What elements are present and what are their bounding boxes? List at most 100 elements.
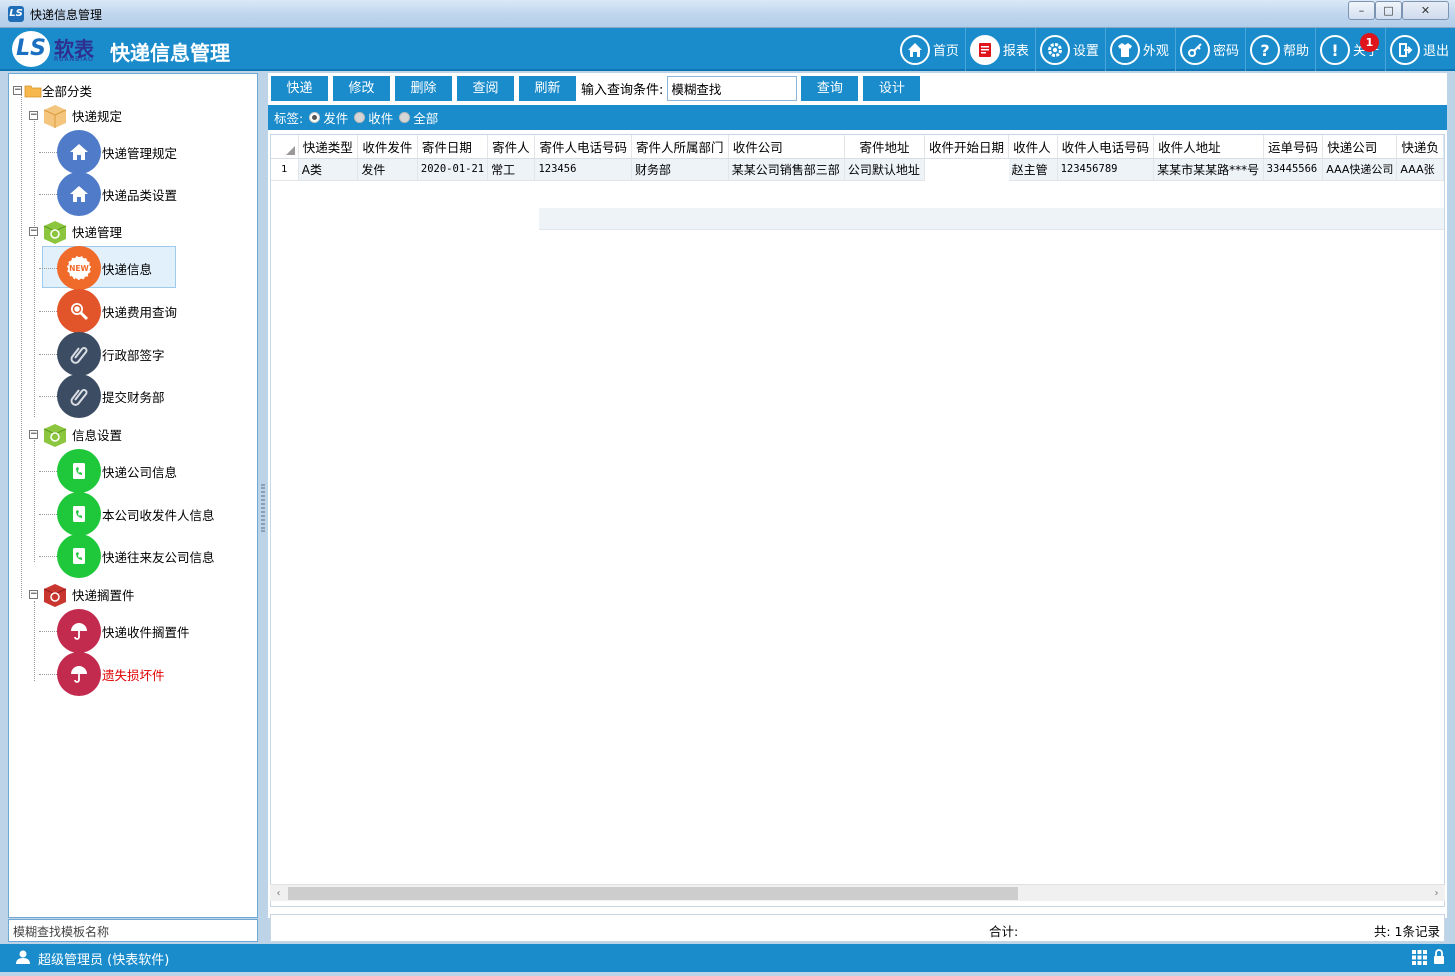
scroll-left-icon[interactable]: ‹ — [270, 885, 287, 902]
tree-item-company-contacts[interactable]: 本公司收发件人信息 — [57, 492, 215, 536]
tree-item-label: 快递管理规定 — [102, 145, 178, 161]
table-cell[interactable]: AAA快递公司 — [1322, 158, 1398, 181]
collapse-icon[interactable]: − — [29, 429, 38, 439]
row-number: 1 — [271, 158, 299, 181]
tree-item-submit-finance[interactable]: 提交财务部 — [57, 374, 165, 418]
collapse-icon[interactable]: − — [29, 110, 38, 120]
column-header[interactable]: 收件发件 — [357, 135, 418, 159]
column-header[interactable]: 收件开始日期 — [924, 135, 1010, 159]
collapse-icon[interactable]: − — [29, 589, 38, 599]
radio-send[interactable] — [309, 112, 321, 123]
nav-help[interactable]: ? 帮助 — [1246, 28, 1316, 71]
app-icon: LS — [8, 6, 24, 22]
tree-item-label: 快递品类设置 — [102, 187, 178, 203]
column-header[interactable]: 收件人电话号码 — [1057, 135, 1155, 159]
app-name: 快递信息管理 — [110, 41, 230, 65]
table-cell[interactable]: 常工 — [487, 158, 536, 181]
new-badge-icon: NEW — [57, 246, 101, 290]
tree-group-label: 快递管理 — [72, 224, 123, 240]
tree-item-express-rules[interactable]: 快递管理规定 — [57, 130, 177, 174]
table-cell[interactable]: AAA张 — [1396, 158, 1444, 181]
column-header[interactable]: 运单号码 — [1263, 135, 1324, 159]
delete-button[interactable]: 删除 — [395, 76, 452, 101]
design-button[interactable]: 设计 — [863, 76, 921, 101]
nav-settings-label: 设置 — [1072, 44, 1099, 59]
minimize-button[interactable]: – — [1348, 1, 1375, 20]
table-cell[interactable]: 123456 — [534, 158, 632, 181]
column-header[interactable]: 快递类型 — [298, 135, 359, 159]
status-bar: 超级管理员 (快表软件) — [0, 944, 1455, 972]
app-header: LS 软表 RUANBIAO 快递信息管理 首页 报表 设置 外观 密码 ? 帮… — [0, 28, 1455, 71]
table-row[interactable]: 1 A类 发件 2020-01-21 常工 123456 财务部 某某公司销售部… — [271, 158, 1444, 230]
nav-appearance[interactable]: 外观 — [1106, 28, 1176, 71]
table-cell[interactable]: 33445566 — [1263, 158, 1324, 181]
nav-password[interactable]: 密码 — [1176, 28, 1246, 71]
query-button[interactable]: 查询 — [801, 76, 859, 101]
tree-root-label: 全部分类 — [42, 84, 93, 99]
tree-item-category-settings[interactable]: 快递品类设置 — [57, 172, 177, 216]
scroll-right-icon[interactable]: › — [1428, 885, 1445, 902]
table-cell[interactable]: 123456789 — [1057, 158, 1155, 181]
nav-report[interactable]: 报表 — [966, 28, 1036, 71]
column-header[interactable]: 寄件人所属部门 — [631, 135, 729, 159]
column-header[interactable]: 收件公司 — [728, 135, 845, 159]
tree-group-on-hold[interactable]: − 快递搁置件 — [29, 579, 135, 609]
tree-group-rules[interactable]: − 快递规定 — [29, 100, 122, 130]
lock-icon[interactable] — [1433, 949, 1445, 965]
column-header[interactable]: 快递负 — [1396, 135, 1444, 159]
table-cell[interactable]: 财务部 — [631, 158, 729, 181]
recycle-box-icon — [40, 216, 70, 246]
tree-group-label: 信息设置 — [72, 427, 123, 443]
tree-group-management[interactable]: − 快递管理 — [29, 216, 122, 246]
column-header[interactable]: 寄件日期 — [417, 135, 489, 159]
table-cell[interactable]: 发件 — [357, 158, 418, 181]
tree-item-lost-damaged[interactable]: 遗失损坏件 — [57, 652, 165, 696]
close-button[interactable]: ✕ — [1402, 1, 1449, 20]
scrollbar-thumb[interactable] — [288, 887, 1018, 900]
nav-exit[interactable]: 退出 — [1386, 28, 1455, 71]
table-cell[interactable]: 某某公司销售部三部 — [728, 158, 845, 181]
shirt-icon — [1109, 34, 1140, 65]
select-all-corner[interactable] — [271, 135, 299, 159]
gear-icon — [1039, 34, 1070, 65]
table-cell[interactable]: 赵主管 — [1008, 158, 1058, 181]
query-input[interactable] — [667, 76, 798, 101]
view-button[interactable]: 查阅 — [457, 76, 514, 101]
column-header[interactable]: 收件人地址 — [1153, 135, 1264, 159]
nav-home[interactable]: 首页 — [896, 28, 966, 71]
edit-button[interactable]: 修改 — [333, 76, 390, 101]
column-header[interactable]: 寄件人电话号码 — [534, 135, 632, 159]
refresh-button[interactable]: 刷新 — [519, 76, 576, 101]
tree-item-partner-companies[interactable]: 快递往来友公司信息 — [57, 534, 215, 578]
tree-item-courier-info[interactable]: 快递公司信息 — [57, 449, 177, 493]
add-express-button[interactable]: 快递 — [271, 76, 328, 101]
template-search-input[interactable]: 模糊查找模板名称 — [8, 919, 258, 942]
column-header[interactable]: 快递公司 — [1322, 135, 1398, 159]
tree-root[interactable]: − 全部分类 — [13, 81, 92, 100]
table-cell[interactable]: 2020-01-21 — [417, 158, 489, 181]
table-cell[interactable]: 2020-01-21 — [539, 208, 1444, 230]
radio-receive[interactable] — [354, 112, 366, 123]
table-cell[interactable]: A类 — [298, 158, 359, 181]
horizontal-scrollbar[interactable]: ‹ › — [270, 884, 1445, 901]
nav-settings[interactable]: 设置 — [1036, 28, 1106, 71]
table-cell[interactable]: 公司默认地址 — [844, 158, 926, 181]
data-grid: 快递类型 收件发件 寄件日期 寄件人 寄件人电话号码 寄件人所属部门 收件公司 … — [270, 134, 1445, 907]
tree-item-express-info[interactable]: NEW 快递信息 — [57, 246, 152, 290]
collapse-icon[interactable]: − — [13, 86, 22, 95]
tree-item-fee-query[interactable]: 快递费用查询 — [57, 289, 177, 333]
nav-about[interactable]: ! 关于 1 — [1316, 28, 1386, 71]
panel-splitter[interactable] — [261, 484, 265, 532]
grid-menu-icon[interactable] — [1412, 950, 1427, 965]
radio-all[interactable] — [399, 112, 411, 123]
restore-button[interactable]: □ — [1375, 1, 1402, 20]
tree-item-admin-sign[interactable]: 行政部签字 — [57, 332, 165, 376]
collapse-icon[interactable]: − — [29, 226, 38, 236]
tree-group-info-settings[interactable]: − 信息设置 — [29, 419, 122, 449]
column-header[interactable]: 寄件人 — [487, 135, 536, 159]
tree-item-held-parcels[interactable]: 快递收件搁置件 — [57, 609, 190, 653]
table-cell[interactable]: 某某市某某路***号 — [1153, 158, 1264, 181]
column-header[interactable]: 收件人 — [1008, 135, 1058, 159]
express-table: 快递类型 收件发件 寄件日期 寄件人 寄件人电话号码 寄件人所属部门 收件公司 … — [271, 135, 1444, 230]
column-header[interactable]: 寄件地址 — [844, 135, 926, 159]
